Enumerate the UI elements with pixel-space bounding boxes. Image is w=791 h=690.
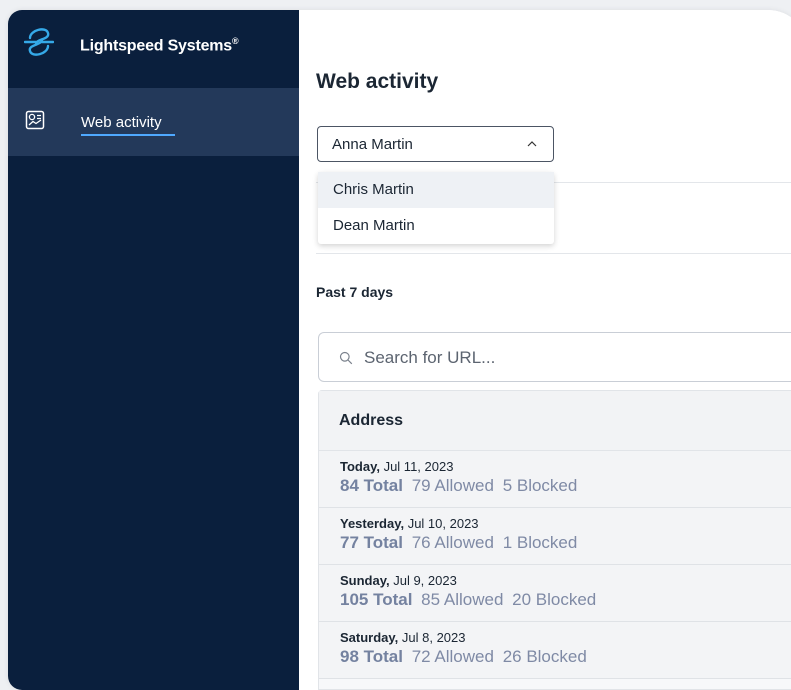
table-header: Address [319,391,791,451]
brand-name: Lightspeed Systems® [80,36,239,55]
page-title: Web activity [316,70,439,93]
report-icon [25,110,45,130]
sidebar-item-web-activity[interactable]: Web activity [8,88,299,156]
column-header-address[interactable]: Address [339,412,403,430]
chevron-up-icon [527,141,537,147]
user-select[interactable]: Anna Martin [317,126,554,162]
sidebar: Lightspeed Systems® Web activity [8,10,299,690]
option-label: Chris Martin [333,181,414,198]
user-dropdown-menu: Chris Martin Dean Martin [318,172,554,244]
search-box[interactable] [318,332,791,382]
option-label: Dean Martin [333,217,415,234]
divider [316,253,791,254]
table-row[interactable]: Today, Jul 11, 2023 84 Total 79 Allowed … [319,451,791,508]
active-indicator [81,134,175,136]
brand-header: Lightspeed Systems® [8,10,299,88]
main-content: Web activity Anna Martin Chris Martin De… [299,10,791,690]
activity-table: Address Today, Jul 11, 2023 84 Total 79 … [318,390,791,690]
dropdown-option-dean-martin[interactable]: Dean Martin [318,208,554,244]
row-stats: 84 Total 79 Allowed 5 Blocked [340,476,578,495]
row-stats: 98 Total 72 Allowed 26 Blocked [340,647,587,666]
search-input[interactable] [364,346,764,370]
app-window: Lightspeed Systems® Web activity Web act… [8,10,791,690]
row-stats: 77 Total 76 Allowed 1 Blocked [340,533,578,552]
table-row[interactable]: Sunday, Jul 9, 2023 105 Total 85 Allowed… [319,565,791,622]
lightspeed-logo-icon [24,28,54,56]
row-date: Sunday, Jul 9, 2023 [340,573,457,588]
sidebar-item-label: Web activity [81,114,162,131]
table-row[interactable]: Saturday, Jul 8, 2023 98 Total 72 Allowe… [319,622,791,679]
row-date: Saturday, Jul 8, 2023 [340,630,466,645]
table-row[interactable]: Yesterday, Jul 10, 2023 77 Total 76 Allo… [319,508,791,565]
row-date: Yesterday, Jul 10, 2023 [340,516,479,531]
dropdown-option-chris-martin[interactable]: Chris Martin [318,172,554,208]
row-stats: 105 Total 85 Allowed 20 Blocked [340,590,597,609]
user-select-value: Anna Martin [332,136,413,153]
row-date: Today, Jul 11, 2023 [340,459,454,474]
period-label: Past 7 days [316,284,394,300]
search-icon [339,351,353,365]
